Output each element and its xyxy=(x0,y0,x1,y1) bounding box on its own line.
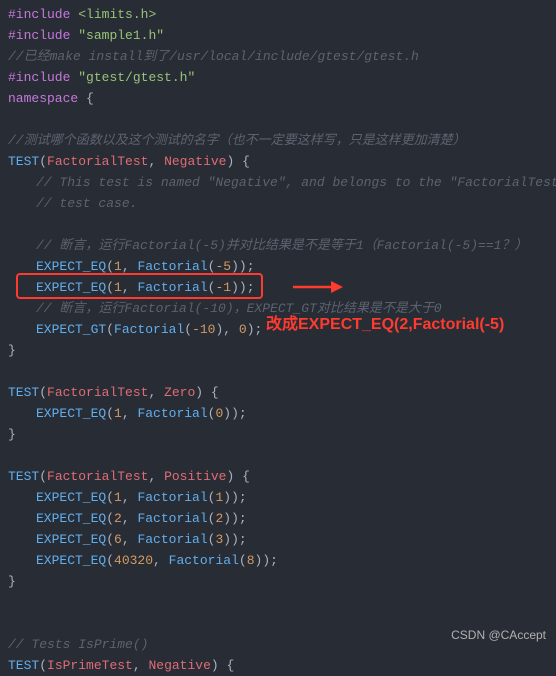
code-line: EXPECT_EQ(1, Factorial(-5)); xyxy=(8,256,548,277)
blank-line xyxy=(8,613,548,634)
code-line: namespace { xyxy=(8,88,548,109)
code-line: } xyxy=(8,424,548,445)
code-line: TEST(FactorialTest, Zero) { xyxy=(8,382,548,403)
code-line: EXPECT_EQ(40320, Factorial(8)); xyxy=(8,550,548,571)
code-line: //已经make install到了/usr/local/include/gte… xyxy=(8,46,548,67)
code-line: #include "sample1.h" xyxy=(8,25,548,46)
code-line: TEST(FactorialTest, Positive) { xyxy=(8,466,548,487)
code-line: } xyxy=(8,571,548,592)
blank-line xyxy=(8,214,548,235)
code-line: EXPECT_GT(Factorial(-10), 0); xyxy=(8,319,548,340)
code-line: // 断言，运行Factorial(-10)，EXPECT_GT对比结果是不是大… xyxy=(8,298,548,319)
blank-line xyxy=(8,445,548,466)
blank-line xyxy=(8,109,548,130)
code-line: TEST(FactorialTest, Negative) { xyxy=(8,151,548,172)
code-editor[interactable]: #include <limits.h> #include "sample1.h"… xyxy=(8,4,548,676)
code-line: #include "gtest/gtest.h" xyxy=(8,67,548,88)
code-line: EXPECT_EQ(1, Factorial(-1)); xyxy=(8,277,548,298)
code-line: // test case. xyxy=(8,193,548,214)
code-line: #include <limits.h> xyxy=(8,4,548,25)
blank-line xyxy=(8,361,548,382)
code-line: //测试哪个函数以及这个测试的名字（也不一定要这样写，只是这样更加清楚） xyxy=(8,130,548,151)
code-line: EXPECT_EQ(2, Factorial(2)); xyxy=(8,508,548,529)
code-line: // 断言，运行Factorial(-5)并对比结果是不是等于1（Factori… xyxy=(8,235,548,256)
code-line: } xyxy=(8,340,548,361)
blank-line xyxy=(8,592,548,613)
code-line: EXPECT_EQ(1, Factorial(0)); xyxy=(8,403,548,424)
code-line: // Tests IsPrime() xyxy=(8,634,548,655)
code-line: TEST(IsPrimeTest, Negative) { xyxy=(8,655,548,676)
code-line: // This test is named "Negative", and be… xyxy=(8,172,548,193)
code-line: EXPECT_EQ(1, Factorial(1)); xyxy=(8,487,548,508)
code-line: EXPECT_EQ(6, Factorial(3)); xyxy=(8,529,548,550)
